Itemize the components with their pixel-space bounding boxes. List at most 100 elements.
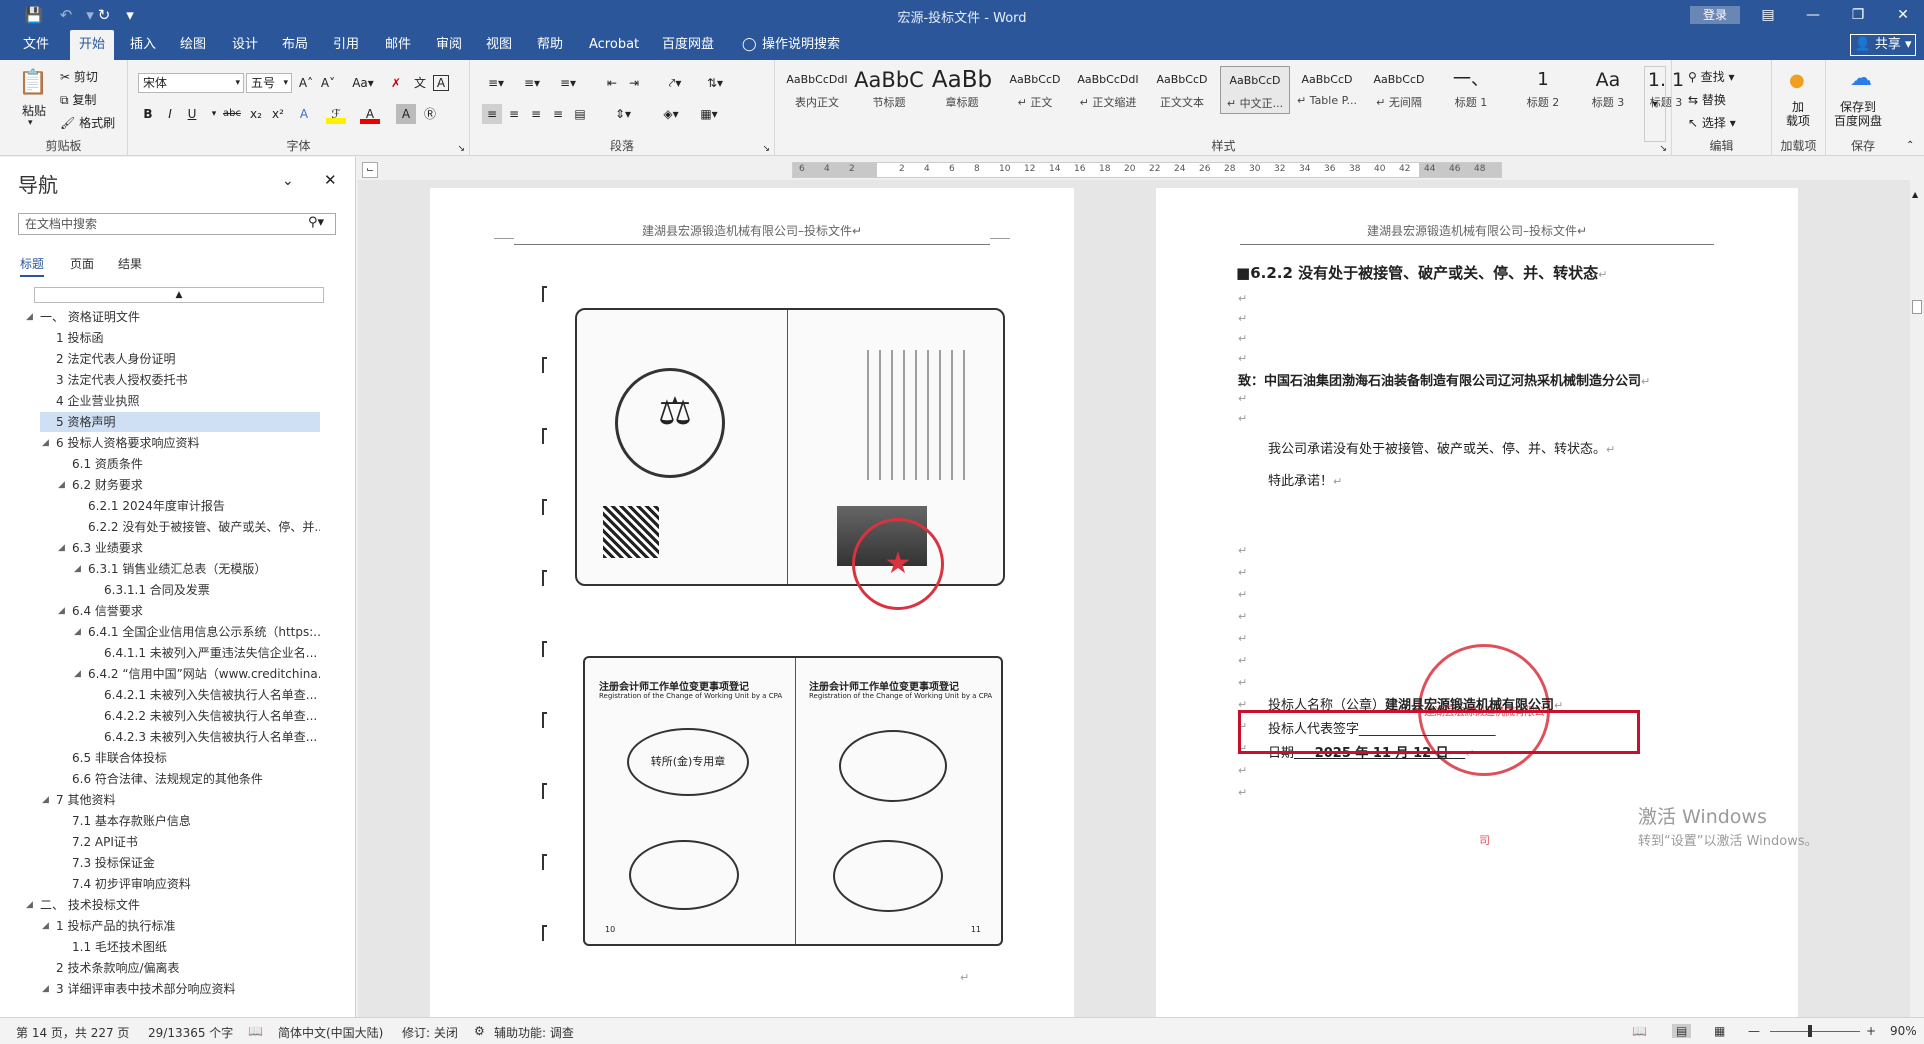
close-button[interactable]: ✕	[1883, 4, 1923, 26]
nav-heading-item[interactable]: ◢ 6.4.1 全国企业信用信息公示系统（https:...	[72, 622, 320, 642]
login-button[interactable]: 登录	[1690, 6, 1740, 24]
collapse-arrow-icon[interactable]: ◢	[58, 538, 65, 558]
shrink-font-icon[interactable]: A˅	[318, 73, 338, 93]
nav-heading-item[interactable]: 6.3.1.1 合同及发票	[88, 580, 320, 600]
zoom-slider[interactable]	[1770, 1031, 1860, 1032]
nav-heading-item[interactable]: ◢ 二、 技术投标文件	[24, 895, 320, 915]
shading-icon[interactable]: ◈▾	[656, 104, 686, 124]
subscript-icon[interactable]: x₂	[246, 104, 266, 124]
nav-heading-item[interactable]: 5 资格声明	[40, 412, 320, 432]
style-5[interactable]: AaBbCcDdI ↵ 正文缩进	[1072, 66, 1144, 114]
addins-icon[interactable]: ●	[1789, 70, 1805, 91]
style-2[interactable]: AaBbC 节标题	[854, 66, 924, 114]
grow-font-icon[interactable]: A˄	[296, 73, 316, 93]
distributed-icon[interactable]: ▤	[570, 104, 590, 124]
chevron-down-icon[interactable]: ⌄	[282, 173, 294, 189]
nav-heading-item[interactable]: ◢ 6.2 财务要求	[56, 475, 320, 495]
cloud-icon[interactable]: ☁	[1850, 66, 1872, 91]
font-size-select[interactable]: 五号 ▾	[246, 73, 292, 93]
justify-icon[interactable]: ≡	[548, 104, 568, 124]
nav-heading-item[interactable]: ◢ 3 详细评审表中技术部分响应资料	[40, 979, 320, 999]
zoom-in-icon[interactable]: +	[1866, 1024, 1876, 1038]
collapse-arrow-icon[interactable]: ◢	[42, 979, 49, 999]
copy-button[interactable]: ⧉ 复制	[60, 91, 96, 108]
language[interactable]: 简体中文(中国大陆)	[278, 1024, 383, 1041]
styles-more-icon[interactable]: ▾	[1644, 66, 1666, 142]
tab-selector[interactable]: ⌙	[362, 162, 378, 178]
dialog-launcher-icon[interactable]: ↘	[762, 144, 770, 154]
style-7[interactable]: AaBbCcD ↵ 中文正...	[1220, 66, 1290, 114]
paste-icon[interactable]: 📋	[18, 68, 48, 96]
nav-heading-item[interactable]: ◢ 6.3 业绩要求	[56, 538, 320, 558]
nav-heading-item[interactable]: ◢ 7 其他资料	[40, 790, 320, 810]
multilevel-list-icon[interactable]: ≡▾	[554, 73, 582, 93]
nav-tab-results[interactable]: 结果	[118, 255, 142, 272]
accessibility-status[interactable]: 辅助功能: 调查	[494, 1024, 574, 1041]
sort-icon[interactable]: ⇅▾	[700, 73, 730, 93]
nav-heading-item[interactable]: 6.1 资质条件	[56, 454, 320, 474]
collapse-arrow-icon[interactable]: ◢	[74, 559, 81, 579]
nav-heading-item[interactable]: 4 企业营业执照	[40, 391, 320, 411]
nav-heading-item[interactable]: 6.6 符合法律、法规规定的其他条件	[56, 769, 320, 789]
scroll-up-icon[interactable]: ▲	[1912, 190, 1918, 199]
nav-heading-item[interactable]: 2 技术条款响应/偏离表	[40, 958, 320, 978]
tab-help[interactable]: 帮助	[528, 30, 572, 60]
zoom-out-icon[interactable]: —	[1748, 1024, 1760, 1038]
collapse-arrow-icon[interactable]: ◢	[42, 916, 49, 936]
nav-heading-item[interactable]: 6.5 非联合体投标	[56, 748, 320, 768]
nav-heading-item[interactable]: 6.2.2 没有处于被接管、破产或关、停、并...	[72, 517, 320, 537]
format-painter-button[interactable]: 🖌 格式刷	[60, 114, 115, 131]
font-name-select[interactable]: 宋体 ▾	[138, 73, 244, 93]
text-effects-icon[interactable]: A	[294, 104, 314, 124]
decrease-indent-icon[interactable]: ⇤	[602, 73, 622, 93]
dialog-launcher-icon[interactable]: ↘	[457, 144, 465, 154]
nav-heading-item[interactable]: ◢ 1 投标产品的执行标准	[40, 916, 320, 936]
increase-indent-icon[interactable]: ⇥	[624, 73, 644, 93]
nav-heading-item[interactable]: ◢ 6 投标人资格要求响应资料	[40, 433, 320, 453]
tab-layout[interactable]: 布局	[273, 30, 317, 60]
find-button[interactable]: ⚲ 查找 ▾	[1688, 68, 1734, 85]
change-case-icon[interactable]: Aa▾	[348, 73, 378, 93]
nav-heading-item[interactable]: 6.4.2.1 未被列入失信被执行人名单查...	[88, 685, 320, 705]
nav-heading-item[interactable]: 1.1 毛坯技术图纸	[56, 937, 320, 957]
tab-review[interactable]: 审阅	[427, 30, 471, 60]
italic-icon[interactable]: I	[160, 104, 180, 124]
search-input[interactable]: 在文档中搜索	[18, 213, 336, 235]
bullets-icon[interactable]: ≡▾	[482, 73, 510, 93]
nav-heading-item[interactable]: 7.4 初步评审响应资料	[56, 874, 320, 894]
nav-tab-pages[interactable]: 页面	[70, 255, 94, 272]
character-shading-icon[interactable]: A	[396, 104, 416, 124]
replace-button[interactable]: ⇆ 替换	[1688, 91, 1726, 108]
bold-icon[interactable]: B	[138, 104, 158, 124]
nav-tab-headings[interactable]: 标题	[20, 255, 45, 277]
share-button[interactable]: 👤 共享 ▾	[1850, 34, 1916, 56]
nav-heading-item[interactable]: ◢ 6.4.2 “信用中国”网站（www.creditchina....	[72, 664, 320, 684]
dialog-launcher-icon[interactable]: ↘	[1659, 144, 1667, 154]
style-4[interactable]: AaBbCcD ↵ 正文	[1000, 66, 1070, 114]
zoom-level[interactable]: 90%	[1890, 1024, 1917, 1038]
nav-heading-item[interactable]: 3 法定代表人授权委托书	[40, 370, 320, 390]
collapse-ribbon-icon[interactable]: ⌃	[1906, 140, 1914, 151]
nav-heading-item[interactable]: 2 法定代表人身份证明	[40, 349, 320, 369]
tab-insert[interactable]: 插入	[121, 30, 165, 60]
nav-heading-item[interactable]: 1 投标函	[40, 328, 320, 348]
print-layout-icon[interactable]: ▤	[1672, 1024, 1692, 1038]
addins-button[interactable]: 加 载项	[1786, 100, 1810, 128]
close-icon[interactable]: ✕	[324, 171, 337, 189]
minimize-button[interactable]: —	[1793, 4, 1833, 26]
zoom-slider-thumb[interactable]	[1808, 1025, 1812, 1037]
collapse-arrow-icon[interactable]: ◢	[74, 664, 81, 684]
style-3[interactable]: AaBb 章标题	[926, 66, 998, 114]
nav-heading-item[interactable]: 6.4.2.3 未被列入失信被执行人名单查...	[88, 727, 320, 747]
chinese-layout-icon[interactable]: ⤤▾	[660, 73, 690, 93]
tab-file[interactable]: 文件	[14, 30, 58, 60]
style-11[interactable]: 1 标题 2	[1508, 66, 1578, 114]
collapse-arrow-icon[interactable]: ◢	[26, 895, 33, 915]
collapse-arrow-icon[interactable]: ◢	[26, 307, 33, 327]
select-button[interactable]: ↖ 选择 ▾	[1688, 114, 1736, 131]
superscript-icon[interactable]: x²	[268, 104, 288, 124]
tab-view[interactable]: 视图	[477, 30, 521, 60]
line-spacing-icon[interactable]: ⇕▾	[608, 104, 638, 124]
page-count[interactable]: 第 14 页，共 227 页	[16, 1024, 129, 1041]
nav-heading-item[interactable]: 7.2 API证书	[56, 832, 320, 852]
